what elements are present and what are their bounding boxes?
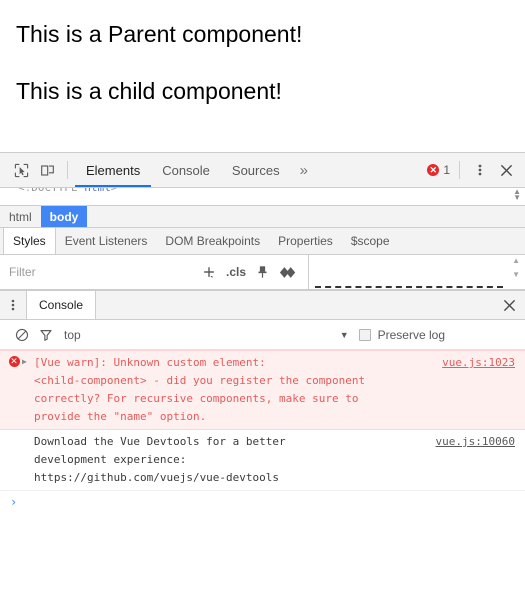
preserve-log-label: Preserve log bbox=[377, 327, 445, 342]
breadcrumb-item-html[interactable]: html bbox=[0, 206, 41, 227]
styles-filter-input[interactable] bbox=[9, 265, 197, 279]
error-count-label: 1 bbox=[443, 163, 450, 177]
tab-event-listeners[interactable]: Event Listeners bbox=[56, 228, 157, 254]
message-gutter: ✕ bbox=[6, 354, 22, 426]
clear-console-icon[interactable] bbox=[10, 324, 34, 346]
more-options-icon[interactable] bbox=[467, 157, 493, 183]
more-tabs-icon[interactable]: » bbox=[291, 153, 317, 187]
breadcrumb-item-body[interactable]: body bbox=[40, 206, 88, 227]
device-toolbar-icon[interactable] bbox=[34, 157, 60, 183]
console-prompt-caret-icon: › bbox=[10, 495, 18, 509]
tab-styles[interactable]: Styles bbox=[3, 228, 56, 254]
styles-filter-row: .cls bbox=[0, 255, 309, 289]
console-message-source-link[interactable]: vue.js:1023 bbox=[442, 354, 515, 372]
tab-dom-breakpoints[interactable]: DOM Breakpoints bbox=[156, 228, 269, 254]
console-message-error[interactable]: ✕ ▶ [Vue warn]: Unknown custom element: … bbox=[0, 350, 525, 430]
styles-scroll-up-icon[interactable]: ▲ bbox=[512, 257, 520, 265]
styles-pane: .cls ▲ ▼ bbox=[0, 255, 525, 290]
error-count-badge[interactable]: ✕ 1 bbox=[427, 163, 452, 177]
message-gutter bbox=[6, 433, 22, 487]
drawer-more-options-icon[interactable] bbox=[0, 291, 26, 319]
scroll-down-icon[interactable]: ▼ bbox=[513, 194, 521, 202]
inspect-element-icon[interactable] bbox=[8, 157, 34, 183]
dom-tree-scrollbar[interactable]: ▲ ▼ bbox=[513, 188, 521, 202]
devtools-tab-list: Elements Console Sources » bbox=[75, 153, 317, 187]
page-viewport: This is a Parent component! This is a ch… bbox=[0, 0, 525, 152]
devtools-panel: Elements Console Sources » ✕ 1 <!DOCTYPE… bbox=[0, 152, 525, 589]
error-circle-icon: ✕ bbox=[427, 164, 440, 176]
drawer-header: Console bbox=[0, 290, 525, 320]
console-toolbar: top ▼ Preserve log bbox=[0, 320, 525, 350]
doctype-prefix: <!DOCTYPE bbox=[18, 188, 84, 194]
doctype-suffix: > bbox=[111, 188, 118, 194]
preserve-log-checkbox[interactable] bbox=[358, 328, 371, 341]
console-message-source-link[interactable]: vue.js:10060 bbox=[436, 433, 515, 451]
styles-tab-list: Styles Event Listeners DOM Breakpoints P… bbox=[0, 228, 525, 255]
drawer-tab-console[interactable]: Console bbox=[26, 291, 97, 319]
breadcrumb: html body bbox=[0, 206, 525, 228]
preserve-log-toggle[interactable]: Preserve log bbox=[358, 327, 515, 342]
error-circle-icon: ✕ bbox=[8, 356, 20, 367]
tab-properties[interactable]: Properties bbox=[269, 228, 342, 254]
new-style-rule-button[interactable] bbox=[197, 262, 221, 282]
close-drawer-icon[interactable] bbox=[493, 291, 525, 319]
box-model-pane[interactable]: ▲ ▼ bbox=[309, 255, 525, 289]
styles-scroll-down-icon[interactable]: ▼ bbox=[512, 271, 520, 279]
close-icon[interactable] bbox=[493, 157, 519, 183]
console-prompt-input[interactable] bbox=[23, 495, 517, 508]
console-context-selector[interactable]: top bbox=[64, 328, 81, 342]
tab-console[interactable]: Console bbox=[151, 153, 221, 187]
page-heading-child: This is a child component! bbox=[16, 77, 282, 104]
filter-funnel-icon[interactable] bbox=[34, 324, 58, 346]
doctype-tagname: html bbox=[84, 188, 111, 194]
tab-scope[interactable]: $scope bbox=[342, 228, 399, 254]
pin-icon[interactable] bbox=[251, 262, 274, 282]
tab-sources[interactable]: Sources bbox=[221, 153, 291, 187]
devtools-toolbar: Elements Console Sources » ✕ 1 bbox=[0, 153, 525, 188]
dom-tree-strip[interactable]: <!DOCTYPE html> ▲ ▼ bbox=[0, 188, 525, 206]
tab-elements[interactable]: Elements bbox=[75, 153, 152, 187]
console-settings-caret-icon[interactable]: ▼ bbox=[340, 330, 359, 340]
console-message-info[interactable]: Download the Vue Devtools for a better d… bbox=[0, 430, 525, 491]
styles-scrollbar[interactable]: ▲ ▼ bbox=[512, 257, 520, 279]
toolbar-divider bbox=[67, 161, 68, 179]
layout-diamond-icon[interactable] bbox=[274, 262, 302, 282]
message-expander-placeholder bbox=[22, 433, 34, 487]
box-model-dashed-border bbox=[315, 286, 503, 288]
toggle-class-button[interactable]: .cls bbox=[221, 262, 251, 282]
page-heading-parent: This is a Parent component! bbox=[16, 21, 303, 47]
console-message-list[interactable]: ✕ ▶ [Vue warn]: Unknown custom element: … bbox=[0, 350, 525, 589]
toolbar-divider-2 bbox=[459, 161, 460, 179]
doctype-node[interactable]: <!DOCTYPE html> bbox=[18, 188, 117, 194]
console-prompt-row[interactable]: › bbox=[0, 491, 525, 513]
drawer-spacer bbox=[96, 291, 493, 319]
expand-triangle-icon[interactable]: ▶ bbox=[22, 354, 34, 426]
